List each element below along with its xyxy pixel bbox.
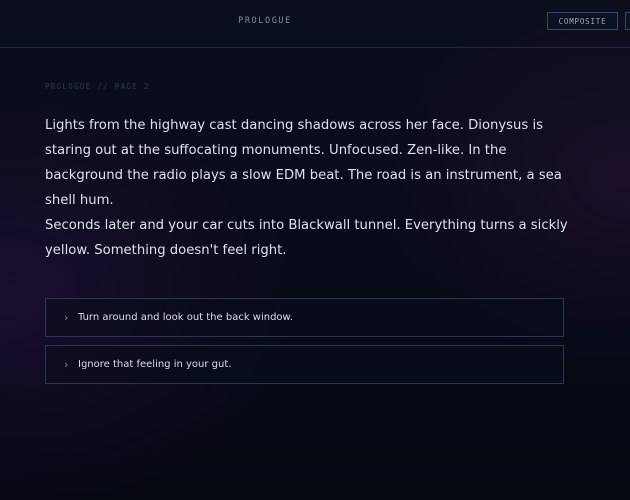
choice-ignore-feeling[interactable]: › Ignore that feeling in your gut.	[45, 345, 564, 384]
top-bar: PROLOGUE COMPOSITE	[0, 0, 630, 48]
chevron-right-icon: ›	[64, 358, 69, 371]
story-paragraph: Lights from the highway cast dancing sha…	[45, 118, 562, 208]
choice-label: Turn around and look out the back window…	[78, 312, 293, 323]
menu-button[interactable]	[625, 12, 630, 30]
composite-button[interactable]: COMPOSITE	[547, 12, 618, 30]
story-paragraph: Seconds later and your car cuts into Bla…	[45, 218, 568, 258]
chapter-title: PROLOGUE	[238, 16, 292, 26]
page-label: PROLOGUE // PAGE 2	[45, 82, 150, 91]
choice-turn-around[interactable]: › Turn around and look out the back wind…	[45, 298, 564, 337]
choice-label: Ignore that feeling in your gut.	[78, 359, 232, 370]
chevron-right-icon: ›	[64, 311, 69, 324]
